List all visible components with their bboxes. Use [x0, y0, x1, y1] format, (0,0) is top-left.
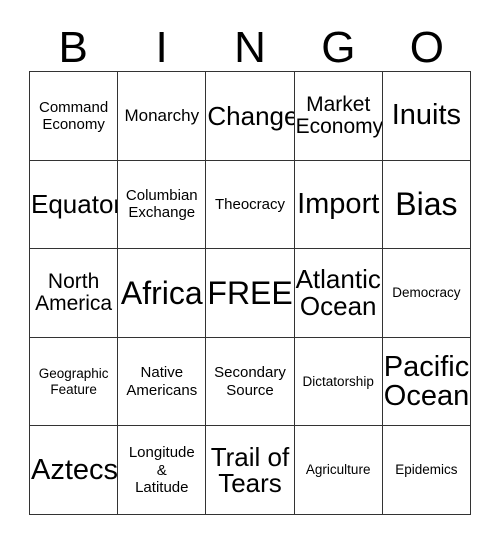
bingo-cell-label: Command Economy	[38, 98, 109, 133]
bingo-cell-label: North America	[35, 269, 113, 315]
bingo-cell-label: Bias	[395, 186, 458, 223]
bingo-cell-label: Theocracy	[214, 195, 285, 213]
bingo-cell-label: Atlantic Ocean	[295, 264, 381, 321]
bingo-cell-i2[interactable]: Columbian Exchange	[118, 160, 207, 250]
bingo-cell-label: Epidemics	[395, 462, 458, 478]
bingo-cell-label: Longitude & Latitude	[128, 444, 195, 496]
bingo-cell-o1[interactable]: Inuits	[382, 72, 471, 161]
bingo-cell-n2[interactable]: Theocracy	[206, 160, 295, 250]
bingo-cell-g1[interactable]: Market Economy	[294, 72, 383, 161]
bingo-cell-label: FREE!	[207, 274, 295, 311]
bingo-cell-o4[interactable]: Pacific Ocean	[382, 337, 471, 427]
bingo-header-row: B I N G O	[29, 18, 471, 71]
header-letter-b: B	[58, 23, 88, 72]
bingo-cell-n5[interactable]: Trail of Tears	[206, 426, 295, 515]
header-letter-o: O	[409, 23, 444, 72]
bingo-cell-label: Geographic Feature	[38, 365, 109, 397]
bingo-cell-i5[interactable]: Longitude & Latitude	[118, 426, 207, 515]
bingo-cell-label: Monarchy	[124, 106, 200, 126]
bingo-cell-label: Import	[297, 187, 380, 220]
bingo-cell-o3[interactable]: Democracy	[382, 249, 471, 338]
header-letter-g: G	[321, 23, 356, 72]
bingo-cell-o5[interactable]: Epidemics	[382, 426, 471, 515]
bingo-cell-label: Native Americans	[126, 364, 198, 399]
bingo-cell-i3[interactable]: Africa	[118, 249, 207, 338]
bingo-cell-label: Aztecs	[31, 453, 119, 486]
bingo-cell-label: Africa	[120, 274, 203, 311]
bingo-cell-n1[interactable]: Change	[206, 72, 295, 161]
bingo-cell-i1[interactable]: Monarchy	[118, 72, 207, 161]
bingo-cell-b5[interactable]: Aztecs	[30, 426, 119, 515]
bingo-card: B I N G O Command Economy Monarchy Chang…	[0, 0, 500, 544]
bingo-cell-label: Agriculture	[305, 462, 371, 478]
bingo-cell-label: Trail of Tears	[210, 441, 290, 499]
bingo-cell-g2[interactable]: Import	[294, 160, 383, 250]
bingo-cell-label: Equator	[31, 189, 119, 220]
bingo-cell-label: Inuits	[391, 99, 462, 132]
bingo-cell-label: Market Economy	[295, 92, 383, 138]
bingo-cell-g4[interactable]: Dictatorship	[294, 337, 383, 427]
bingo-cell-n4[interactable]: Secondary Source	[206, 337, 295, 427]
bingo-cell-label: Change	[207, 100, 295, 131]
bingo-cell-label: Democracy	[392, 285, 461, 301]
bingo-cell-label: Secondary Source	[214, 364, 286, 399]
bingo-cell-free-space[interactable]: FREE!	[206, 249, 295, 338]
bingo-cell-i4[interactable]: Native Americans	[118, 337, 207, 427]
bingo-cell-b3[interactable]: North America	[30, 249, 119, 338]
header-letter-i: I	[155, 23, 168, 72]
bingo-grid: Command Economy Monarchy Change Market E…	[29, 71, 471, 515]
bingo-cell-b4[interactable]: Geographic Feature	[30, 337, 119, 427]
bingo-cell-b1[interactable]: Command Economy	[30, 72, 119, 161]
bingo-cell-g5[interactable]: Agriculture	[294, 426, 383, 515]
header-letter-n: N	[234, 23, 266, 72]
bingo-cell-o2[interactable]: Bias	[382, 160, 471, 250]
bingo-cell-label: Pacific Ocean	[383, 350, 470, 412]
bingo-cell-b2[interactable]: Equator	[30, 160, 119, 250]
bingo-cell-label: Columbian Exchange	[125, 187, 198, 222]
bingo-cell-label: Dictatorship	[302, 373, 374, 389]
bingo-cell-g3[interactable]: Atlantic Ocean	[294, 249, 383, 338]
